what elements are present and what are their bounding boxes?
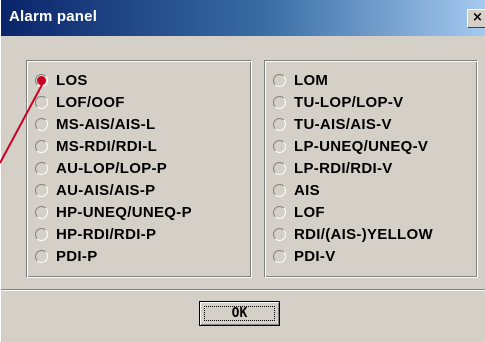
footer-divider-highlight [1, 290, 485, 291]
radio-label: LP-UNEQ/UNEQ-V [294, 137, 429, 155]
radio-button[interactable] [273, 139, 286, 153]
radio-option-lp-rdi[interactable]: LP-RDI/RDI-V [273, 157, 393, 179]
radio-button[interactable] [273, 95, 286, 109]
radio-button[interactable] [35, 205, 48, 219]
radio-label: LOS [56, 71, 88, 89]
radio-option-los[interactable]: LOS [35, 69, 88, 91]
left-alarm-group: LOS LOF/OOF MS-AIS/AIS-L MS-RDI/RDI-L AU… [26, 60, 252, 278]
radio-button[interactable] [35, 139, 48, 153]
radio-option-ms-rdi[interactable]: MS-RDI/RDI-L [35, 135, 157, 157]
radio-option-tu-ais[interactable]: TU-AIS/AIS-V [273, 113, 392, 135]
window-title: Alarm panel [9, 8, 98, 25]
radio-option-pdi-v[interactable]: PDI-V [273, 245, 336, 267]
radio-label: LOF/OOF [56, 93, 125, 111]
radio-option-au-ais[interactable]: AU-AIS/AIS-P [35, 179, 155, 201]
radio-button[interactable] [35, 117, 48, 131]
radio-button[interactable] [35, 161, 48, 175]
radio-label: HP-RDI/RDI-P [56, 225, 157, 243]
radio-option-pdi-p[interactable]: PDI-P [35, 245, 98, 267]
radio-button[interactable] [35, 183, 48, 197]
radio-label: LOF [294, 203, 325, 221]
radio-label: LOM [294, 71, 329, 89]
radio-button[interactable] [35, 249, 48, 263]
radio-button[interactable] [273, 249, 286, 263]
radio-label: PDI-V [294, 247, 336, 265]
radio-option-ais[interactable]: AIS [273, 179, 320, 201]
right-alarm-group: LOM TU-LOP/LOP-V TU-AIS/AIS-V LP-UNEQ/UN… [264, 60, 478, 278]
radio-label: HP-UNEQ/UNEQ-P [56, 203, 192, 221]
radio-button[interactable] [273, 205, 286, 219]
radio-option-rdi-yellow[interactable]: RDI/(AIS-)YELLOW [273, 223, 433, 245]
close-button[interactable]: × [467, 9, 485, 28]
radio-option-au-lop[interactable]: AU-LOP/LOP-P [35, 157, 167, 179]
radio-label: MS-RDI/RDI-L [56, 137, 158, 155]
radio-label: AU-AIS/AIS-P [56, 181, 156, 199]
radio-option-hp-rdi[interactable]: HP-RDI/RDI-P [35, 223, 156, 245]
radio-button-selected[interactable] [35, 73, 48, 87]
radio-label: RDI/(AIS-)YELLOW [294, 225, 433, 243]
ok-button[interactable]: OK [199, 301, 280, 326]
radio-option-tu-lop[interactable]: TU-LOP/LOP-V [273, 91, 403, 113]
radio-option-lom[interactable]: LOM [273, 69, 328, 91]
radio-label: LP-RDI/RDI-V [294, 159, 393, 177]
radio-label: AIS [294, 181, 320, 199]
radio-button[interactable] [273, 227, 286, 241]
radio-option-lof-oof[interactable]: LOF/OOF [35, 91, 125, 113]
radio-label: MS-AIS/AIS-L [56, 115, 156, 133]
radio-button[interactable] [273, 117, 286, 131]
radio-option-lof[interactable]: LOF [273, 201, 325, 223]
radio-option-ms-ais[interactable]: MS-AIS/AIS-L [35, 113, 155, 135]
radio-button[interactable] [273, 161, 286, 175]
alarm-panel-dialog: Alarm panel × LOS LOF/OOF MS-AIS/AIS-L M… [0, 0, 485, 342]
radio-option-hp-uneq[interactable]: HP-UNEQ/UNEQ-P [35, 201, 192, 223]
title-bar[interactable]: Alarm panel × [1, 0, 485, 36]
radio-button[interactable] [273, 183, 286, 197]
close-icon: × [472, 10, 483, 25]
radio-label: TU-LOP/LOP-V [294, 93, 404, 111]
radio-option-lp-uneq[interactable]: LP-UNEQ/UNEQ-V [273, 135, 428, 157]
radio-label: TU-AIS/AIS-V [294, 115, 392, 133]
radio-button[interactable] [35, 95, 48, 109]
radio-label: PDI-P [56, 247, 98, 265]
ok-button-label: OK [231, 306, 248, 321]
radio-button[interactable] [273, 73, 286, 87]
radio-label: AU-LOP/LOP-P [56, 159, 168, 177]
radio-button[interactable] [35, 227, 48, 241]
